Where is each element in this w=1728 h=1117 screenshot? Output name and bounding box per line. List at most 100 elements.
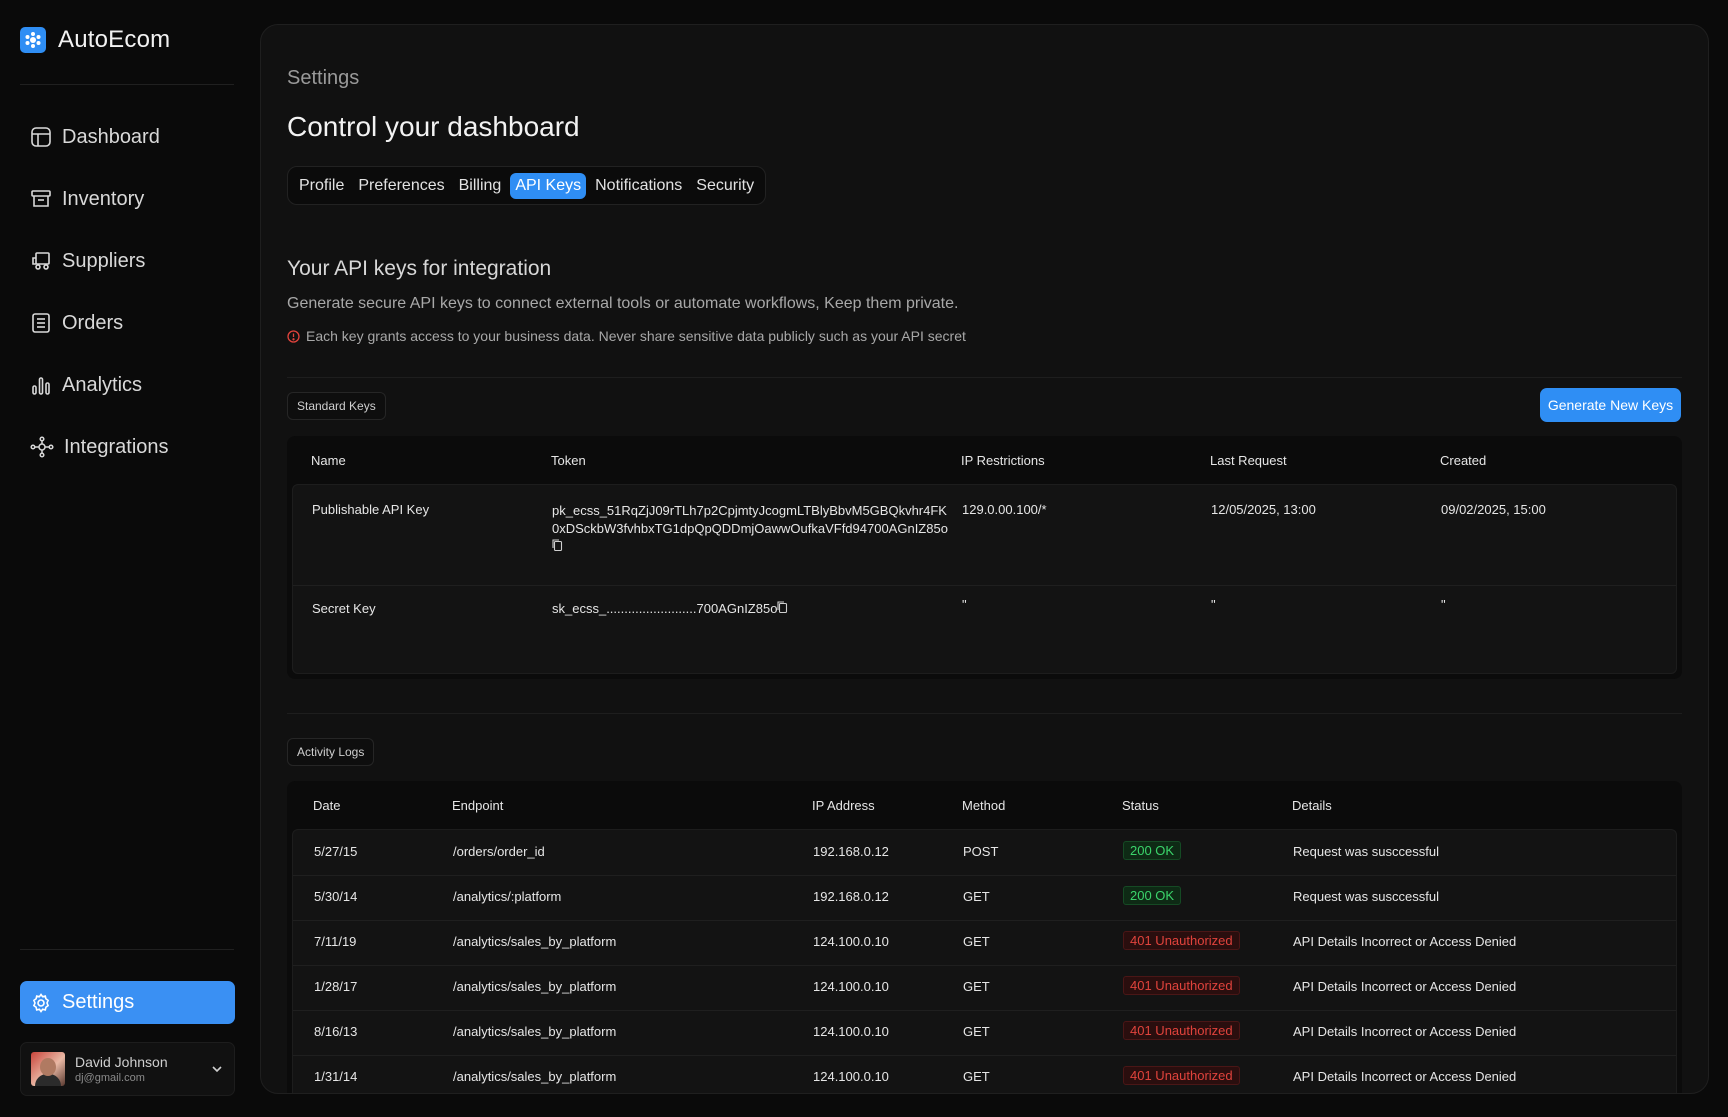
log-ip: 192.168.0.12 <box>813 844 889 859</box>
tab-profile[interactable]: Profile <box>294 173 349 199</box>
key-last-request: 12/05/2025, 13:00 <box>1211 502 1316 517</box>
sidebar-item-integrations[interactable]: Integrations <box>20 416 234 478</box>
log-status: 200 OK <box>1123 841 1182 860</box>
column-header: IP Restrictions <box>961 453 1045 468</box>
sidebar-item-suppliers[interactable]: Suppliers <box>20 230 234 292</box>
generate-new-keys-button[interactable]: Generate New Keys <box>1540 388 1681 422</box>
log-details: API Details Incorrect or Access Denied <box>1293 1069 1517 1084</box>
user-menu[interactable]: David Johnson dj@gmail.com <box>20 1042 235 1096</box>
key-ip-restrictions: " <box>962 597 967 612</box>
copy-icon[interactable] <box>552 539 563 552</box>
divider <box>287 713 1682 714</box>
key-token[interactable]: sk_ecss_.........................700AGnI… <box>552 601 788 616</box>
log-status: 401 Unauthorized <box>1123 976 1240 995</box>
status-badge: 401 Unauthorized <box>1123 976 1240 995</box>
column-header: Date <box>313 798 341 813</box>
copy-icon[interactable] <box>777 601 788 614</box>
key-created: 09/02/2025, 15:00 <box>1441 502 1546 517</box>
log-endpoint: /orders/order_id <box>453 844 545 859</box>
log-status: 200 OK <box>1123 886 1182 905</box>
key-ip-restrictions: 129.0.00.100/* <box>962 502 1047 517</box>
key-name: Publishable API Key <box>312 502 430 517</box>
log-date: 7/11/19 <box>314 934 357 949</box>
log-details: API Details Incorrect or Access Denied <box>1293 1024 1517 1039</box>
log-method: GET <box>963 889 990 904</box>
sidebar-item-inventory[interactable]: Inventory <box>20 168 234 230</box>
column-header: Token <box>551 453 586 468</box>
bar-chart-icon <box>32 377 50 395</box>
sidebar-item-label: Orders <box>62 311 124 334</box>
tab-api-keys[interactable]: API Keys <box>510 172 587 199</box>
log-endpoint: /analytics/sales_by_platform <box>453 979 617 994</box>
brand-logo-icon <box>20 27 46 53</box>
row-divider <box>293 965 1676 966</box>
tab-billing[interactable]: Billing <box>454 173 507 199</box>
api-warning: Each key grants access to your business … <box>287 328 966 344</box>
log-date: 5/30/14 <box>314 889 358 904</box>
row-divider <box>293 1055 1676 1056</box>
tab-security[interactable]: Security <box>691 173 759 199</box>
brand-name: AutoEcom <box>58 26 171 53</box>
user-info: David Johnson dj@gmail.com <box>75 1054 168 1084</box>
key-token-text: sk_ecss_.........................700AGnI… <box>552 601 778 616</box>
log-ip: 124.100.0.10 <box>813 1024 889 1039</box>
log-status: 401 Unauthorized <box>1123 1021 1240 1040</box>
status-badge: 401 Unauthorized <box>1123 1021 1240 1040</box>
column-header: Created <box>1440 453 1487 468</box>
log-method: GET <box>963 979 990 994</box>
key-token-text: pk_ecss_51RqZjJ09rTLh7p2CpjmtyJcogmLTBly… <box>552 503 948 536</box>
tab-preferences[interactable]: Preferences <box>353 173 449 199</box>
log-ip: 192.168.0.12 <box>813 889 889 904</box>
sidebar-item-orders[interactable]: Orders <box>20 292 234 354</box>
column-header: Endpoint <box>452 798 504 813</box>
row-divider <box>293 920 1676 921</box>
status-badge: 401 Unauthorized <box>1123 1066 1240 1085</box>
log-endpoint: /analytics/sales_by_platform <box>453 1069 617 1084</box>
sidebar: AutoEcom Dashboard Inventory Suppliers O… <box>0 0 252 1117</box>
table-body: Publishable API Key pk_ecss_51RqZjJ09rTL… <box>292 484 1677 674</box>
status-badge: 200 OK <box>1123 886 1182 905</box>
document-list-icon <box>32 313 50 333</box>
sidebar-item-dashboard[interactable]: Dashboard <box>20 106 234 168</box>
column-header: Last Request <box>1210 453 1287 468</box>
chevron-down-icon[interactable] <box>210 1062 224 1076</box>
log-ip: 124.100.0.10 <box>813 934 889 949</box>
log-status: 401 Unauthorized <box>1123 1066 1240 1085</box>
dashboard-icon <box>31 127 51 147</box>
api-warning-text: Each key grants access to your business … <box>306 328 966 344</box>
log-date: 5/27/15 <box>314 844 358 859</box>
log-details: Request was susccessful <box>1293 889 1439 904</box>
sidebar-item-label: Dashboard <box>62 125 160 148</box>
log-details: Request was susccessful <box>1293 844 1439 859</box>
sidebar-item-settings[interactable]: Settings <box>20 981 235 1024</box>
truck-icon <box>32 252 50 270</box>
settings-tabs: Profile Preferences Billing API Keys Not… <box>287 166 767 205</box>
log-method: GET <box>963 1069 990 1084</box>
sidebar-divider <box>20 84 234 85</box>
key-name: Secret Key <box>312 601 376 616</box>
log-status: 401 Unauthorized <box>1123 931 1240 950</box>
api-keys-table: Name Token IP Restrictions Last Request … <box>287 436 1682 679</box>
row-divider <box>293 1010 1676 1011</box>
main-panel: Settings Control your dashboard Profile … <box>260 24 1709 1094</box>
tab-notifications[interactable]: Notifications <box>590 173 687 199</box>
log-date: 8/16/13 <box>314 1024 358 1039</box>
status-badge: 200 OK <box>1123 841 1182 860</box>
table-body: 5/27/15/orders/order_id 192.168.0.12 POST 2… <box>292 829 1677 1093</box>
sidebar-item-analytics[interactable]: Analytics <box>20 354 234 416</box>
table-header: Date Endpoint IP Address Method Status D… <box>287 781 1682 829</box>
breadcrumb: Settings <box>287 67 360 89</box>
sidebar-item-label: Suppliers <box>62 249 146 272</box>
key-token[interactable]: pk_ecss_51RqZjJ09rTLh7p2CpjmtyJcogmLTBly… <box>552 502 952 556</box>
log-endpoint: /analytics/:platform <box>453 889 562 904</box>
activity-logs-table: Date Endpoint IP Address Method Status D… <box>287 781 1682 1093</box>
key-created: " <box>1441 597 1446 612</box>
api-section-title: Your API keys for integration <box>287 257 552 280</box>
brand[interactable]: AutoEcom <box>20 26 170 54</box>
column-header: Details <box>1292 798 1332 813</box>
row-divider <box>293 585 1676 586</box>
sidebar-nav: Dashboard Inventory Suppliers Orders Ana… <box>20 106 234 478</box>
alert-circle-icon <box>287 329 300 343</box>
user-name: David Johnson <box>75 1054 168 1070</box>
column-header: Status <box>1122 798 1159 813</box>
